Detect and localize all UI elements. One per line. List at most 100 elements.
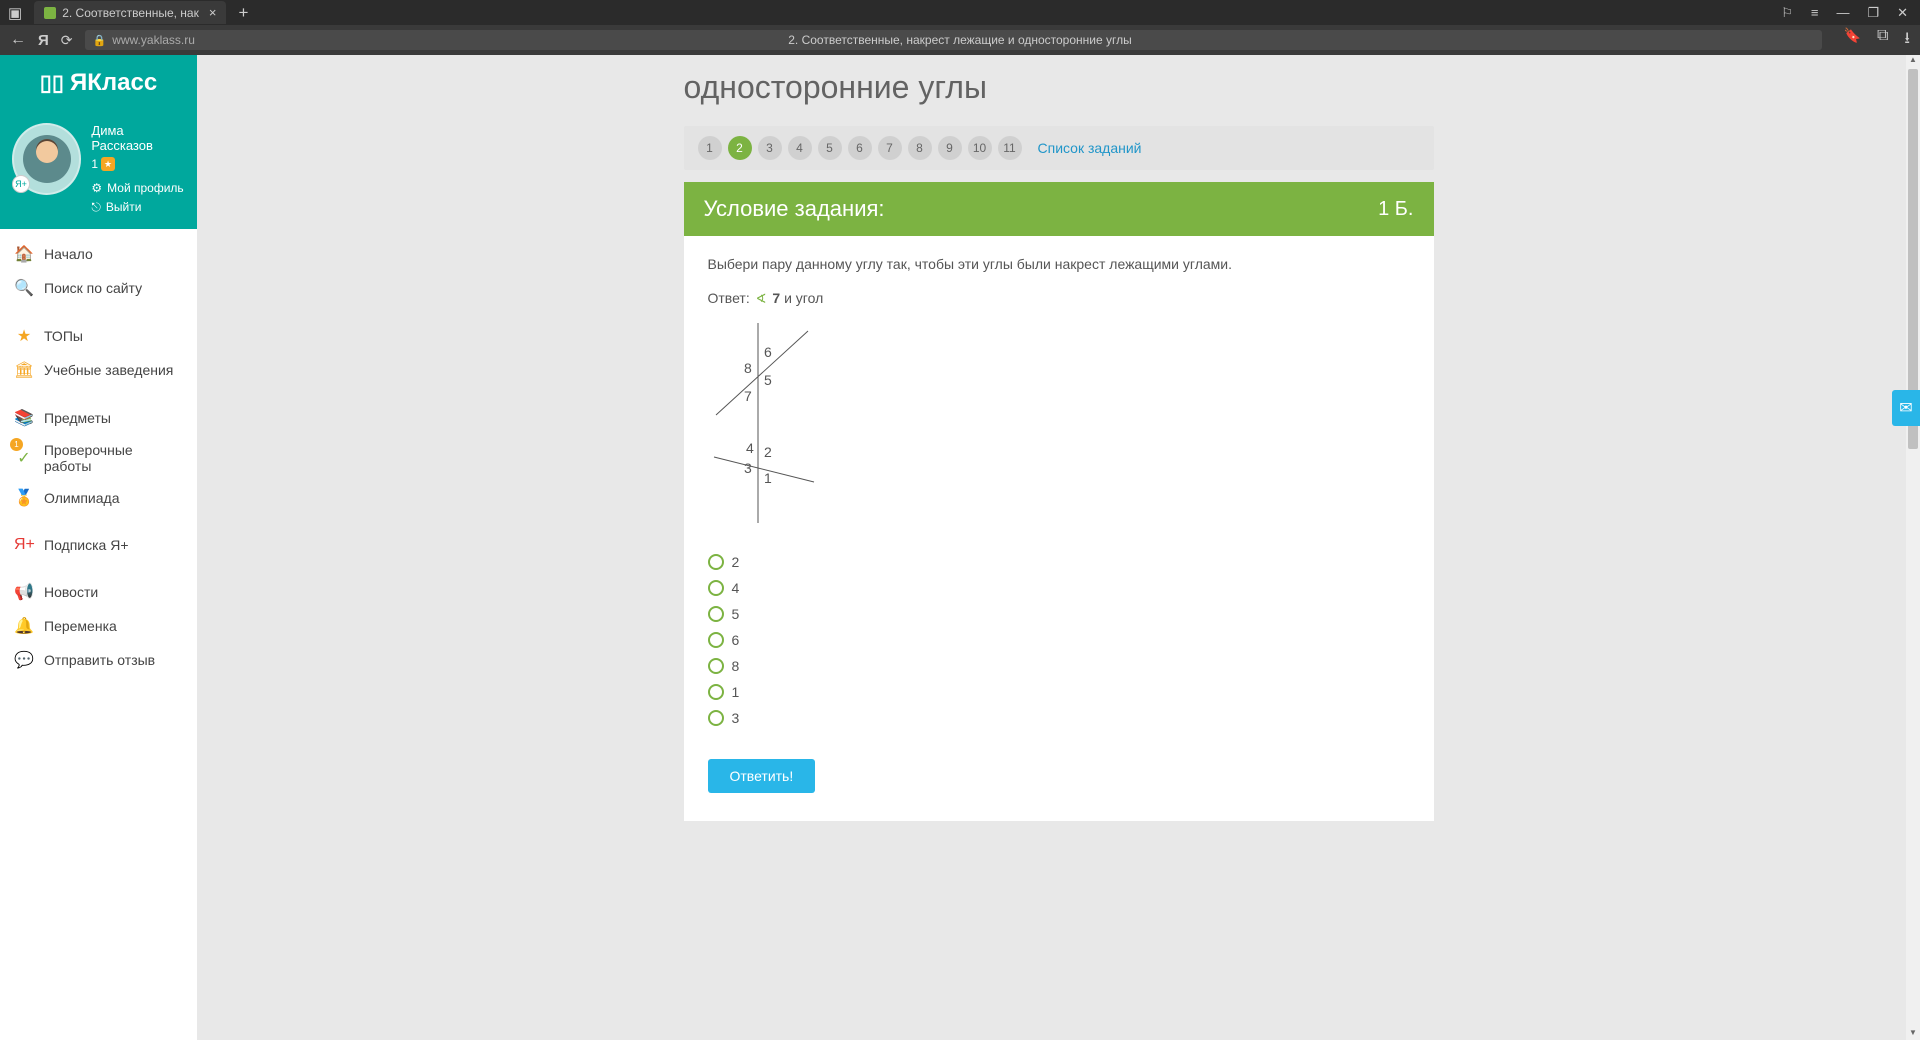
- logout-link[interactable]: ⎋ Выйти: [91, 198, 185, 217]
- task-body: Выбери пару данному углу так, чтобы эти …: [684, 236, 1434, 821]
- sidebar-logo[interactable]: ▯▯ ЯКласс: [0, 55, 197, 111]
- search-icon: 🔍: [14, 278, 34, 298]
- option-1[interactable]: 1: [708, 679, 1410, 705]
- scrollbar[interactable]: ▲ ▼: [1906, 55, 1920, 1040]
- star-icon: ★: [14, 326, 34, 346]
- svg-text:3: 3: [744, 460, 752, 476]
- back-button[interactable]: ←: [10, 31, 26, 49]
- logo-text: ЯКласс: [70, 69, 157, 97]
- user-block: Я+ Дима Рассказов 1 ★ ⚙ Мой профиль ⎋ Вы…: [0, 111, 197, 229]
- submit-button[interactable]: Ответить!: [708, 759, 816, 793]
- close-window-icon[interactable]: ✕: [1897, 5, 1908, 21]
- condition-header: Условие задания: 1 Б.: [684, 182, 1434, 236]
- condition-title: Условие задания:: [704, 196, 885, 222]
- svg-text:7: 7: [744, 388, 752, 404]
- radio-icon: [708, 658, 724, 674]
- logout-icon: ⎋: [91, 198, 101, 217]
- option-3[interactable]: 3: [708, 705, 1410, 731]
- nav-subjects[interactable]: 📚Предметы: [0, 401, 197, 435]
- tab-title: 2. Соответственные, нак: [62, 6, 199, 20]
- profile-icon: ⚙: [91, 179, 102, 198]
- download-icon[interactable]: ⭳: [1904, 27, 1910, 54]
- yandex-icon[interactable]: Я: [38, 32, 49, 49]
- star-icon: ★: [101, 157, 115, 171]
- svg-text:6: 6: [764, 344, 772, 360]
- maximize-icon[interactable]: ❐: [1867, 5, 1879, 21]
- svg-text:1: 1: [764, 470, 772, 486]
- angle-diagram: 6 8 5 7 4 2 3 1: [708, 323, 1410, 523]
- step-7[interactable]: 7: [878, 136, 902, 160]
- browser-sidebar-toggle[interactable]: ▣: [8, 4, 22, 22]
- radio-icon: [708, 580, 724, 596]
- megaphone-icon: 📢: [14, 582, 34, 602]
- svg-text:2: 2: [764, 444, 772, 460]
- step-8[interactable]: 8: [908, 136, 932, 160]
- answer-options: 2 4 5 6 8 1 3: [708, 549, 1410, 731]
- avatar[interactable]: Я+: [12, 123, 81, 195]
- radio-icon: [708, 606, 724, 622]
- logo-icon: ▯▯: [40, 70, 64, 96]
- lock-icon: 🔒: [93, 34, 107, 47]
- step-6[interactable]: 6: [848, 136, 872, 160]
- svg-text:4: 4: [746, 440, 754, 456]
- nav-home[interactable]: 🏠Начало: [0, 237, 197, 271]
- nav-news[interactable]: 📢Новости: [0, 575, 197, 609]
- profile-link[interactable]: ⚙ Мой профиль: [91, 179, 185, 198]
- option-5[interactable]: 5: [708, 601, 1410, 627]
- home-icon: 🏠: [14, 244, 34, 264]
- step-10[interactable]: 10: [968, 136, 992, 160]
- chat-icon: 💬: [14, 650, 34, 670]
- bookmark-bar-icon[interactable]: ⚐: [1781, 5, 1793, 21]
- medal-icon: 🏅: [14, 488, 34, 508]
- step-3[interactable]: 3: [758, 136, 782, 160]
- page-heading: односторонние углы: [684, 55, 1434, 126]
- step-5[interactable]: 5: [818, 136, 842, 160]
- nav-tests[interactable]: 1✓Проверочные работы: [0, 435, 197, 481]
- step-navigation: 1 2 3 4 5 6 7 8 9 10 11 Список заданий: [684, 126, 1434, 170]
- step-1[interactable]: 1: [698, 136, 722, 160]
- url-text: www.yaklass.ru: [112, 33, 195, 47]
- feedback-tab[interactable]: ✉: [1892, 390, 1920, 426]
- angle-icon: ∢: [756, 291, 767, 306]
- check-icon: ✓: [14, 448, 34, 468]
- radio-icon: [708, 632, 724, 648]
- bookmark-icon[interactable]: 🔖: [1844, 27, 1861, 54]
- answer-line: Ответ: ∢ 7 и угол: [708, 290, 1410, 307]
- option-2[interactable]: 2: [708, 549, 1410, 575]
- nav-institutions[interactable]: 🏛Учебные заведения: [0, 353, 197, 387]
- step-4[interactable]: 4: [788, 136, 812, 160]
- nav-feedback[interactable]: 💬Отправить отзыв: [0, 643, 197, 677]
- bell-icon: 🔔: [14, 616, 34, 636]
- radio-icon: [708, 554, 724, 570]
- menu-icon[interactable]: ≡: [1811, 5, 1819, 21]
- nav-break[interactable]: 🔔Переменка: [0, 609, 197, 643]
- radio-icon: [708, 710, 724, 726]
- user-name: Дима Рассказов: [91, 123, 185, 153]
- svg-text:5: 5: [764, 372, 772, 388]
- option-6[interactable]: 6: [708, 627, 1410, 653]
- nav-search[interactable]: 🔍Поиск по сайту: [0, 271, 197, 305]
- tab-close-icon[interactable]: ×: [209, 5, 217, 20]
- option-4[interactable]: 4: [708, 575, 1410, 601]
- nav-olympiad[interactable]: 🏅Олимпиада: [0, 481, 197, 515]
- browser-tab[interactable]: 2. Соответственные, нак ×: [34, 1, 226, 24]
- option-8[interactable]: 8: [708, 653, 1410, 679]
- page-title-center: 2. Соответственные, накрест лежащие и од…: [788, 33, 1132, 47]
- nav-tops[interactable]: ★ТОПы: [0, 319, 197, 353]
- minimize-icon[interactable]: —: [1836, 5, 1849, 21]
- reload-button[interactable]: ⟳: [61, 32, 73, 49]
- new-tab-button[interactable]: +: [238, 3, 248, 23]
- step-11[interactable]: 11: [998, 136, 1022, 160]
- user-score: 1: [91, 157, 98, 171]
- tab-favicon: [44, 7, 56, 19]
- condition-points: 1 Б.: [1378, 198, 1413, 221]
- sidebar: ▯▯ ЯКласс Я+ Дима Рассказов 1 ★ ⚙ Мой пр…: [0, 55, 197, 1040]
- copy-icon[interactable]: ⧉: [1877, 27, 1888, 54]
- scroll-down-arrow[interactable]: ▼: [1908, 1028, 1918, 1040]
- task-list-link[interactable]: Список заданий: [1038, 140, 1142, 156]
- avatar-badge: Я+: [12, 175, 30, 193]
- step-9[interactable]: 9: [938, 136, 962, 160]
- scroll-up-arrow[interactable]: ▲: [1908, 55, 1918, 67]
- step-2[interactable]: 2: [728, 136, 752, 160]
- nav-subscription[interactable]: Я+Подписка Я+: [0, 529, 197, 561]
